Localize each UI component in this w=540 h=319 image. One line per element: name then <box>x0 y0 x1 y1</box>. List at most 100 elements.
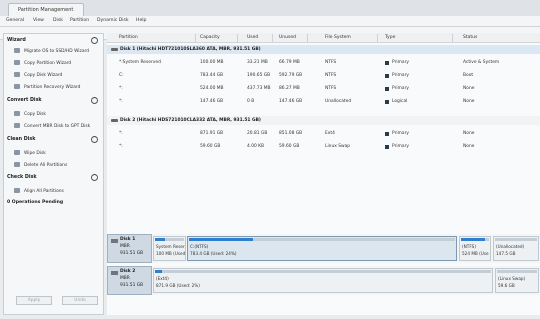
op-convert-mbr-gpt[interactable]: Convert MBR Disk to GPT Disk <box>14 123 90 129</box>
table-cell: 0 B <box>247 99 255 104</box>
table-cell: 437.73 MB <box>247 86 271 91</box>
table-row[interactable]: *: 871.91 GB 20.81 GB 851.08 GB Ext4 Primary N… <box>107 128 540 140</box>
table-cell: Primary <box>392 60 409 65</box>
table-cell: NTFS <box>325 73 337 78</box>
disk-1-info[interactable]: Disk 1 MBR 931.51 GB <box>107 234 152 263</box>
disk-2-name: Disk 2 <box>120 269 136 274</box>
partition-block[interactable]: C:(NTFS) 783.4 GB (Used: 24%) <box>187 236 457 261</box>
disk-2-info[interactable]: Disk 2 MBR 931.51 GB <box>107 266 152 295</box>
menu-view[interactable]: View <box>33 18 44 23</box>
table-cell: Primary <box>392 86 409 91</box>
op-align-all-partitions[interactable]: Align All Partitions <box>14 188 64 194</box>
collapse-clean-icon[interactable]: ^ <box>91 136 98 143</box>
table-cell: Unallocated <box>325 99 352 104</box>
table-cell: 20.81 GB <box>247 131 268 136</box>
table-cell: *: <box>119 131 123 136</box>
table-cell: Active & System <box>463 60 500 65</box>
col-status[interactable]: Status <box>463 35 477 40</box>
delete-icon <box>14 162 20 167</box>
table-row[interactable]: *:System Reserved 100.00 MB 33.21 MB 66.79 … <box>107 57 540 69</box>
disk-2-label: Disk 2 (Hitachi HDS721010CLA332 ATA, MBR… <box>120 118 261 123</box>
recovery-icon <box>14 84 20 89</box>
collapse-wizard-icon[interactable]: ^ <box>91 37 98 44</box>
table-cell: Ext4 <box>325 131 335 136</box>
disk-2-row[interactable]: Disk 2 (Hitachi HDS721010CLA332 ATA, MBR… <box>107 116 540 125</box>
menu-help[interactable]: Help <box>136 18 146 23</box>
table-cell: NTFS <box>325 86 337 91</box>
collapse-convert-icon[interactable]: ^ <box>91 97 98 104</box>
op-copy-partition[interactable]: Copy Partition Wizard <box>14 60 71 66</box>
table-row[interactable]: *: 59.60 GB 4.00 KB 59.60 GB Linux Swap Prima… <box>107 141 540 153</box>
table-cell: None <box>463 131 475 136</box>
col-type[interactable]: Type <box>385 35 395 40</box>
col-partition[interactable]: Partition <box>119 35 138 40</box>
table-cell: Primary <box>392 144 409 149</box>
partition-label: (Linux Swap) <box>498 276 526 281</box>
table-cell: 59.60 GB <box>200 144 221 149</box>
table-cell: 190.65 GB <box>247 73 271 78</box>
wipe-icon <box>14 150 20 155</box>
op-wipe-disk[interactable]: Wipe Disk <box>14 150 46 156</box>
table-row[interactable]: C: 783.44 GB 190.65 GB 592.79 GB NTFS Primary… <box>107 70 540 82</box>
disk-1-row[interactable]: Disk 1 (Hitachi HDT721010SLA360 ATA, MBR… <box>107 45 540 54</box>
table-cell: 871.91 GB <box>200 131 224 136</box>
partition-block[interactable]: (Ext4) 871.9 GB (Used: 2%) <box>153 268 493 293</box>
operations-pending: 0 Operations Pending <box>7 200 64 205</box>
disk-2-scheme: MBR <box>120 276 130 281</box>
table-cell: *:System Reserved <box>119 60 161 65</box>
disk-1-name: Disk 1 <box>120 237 136 242</box>
tab-partition-management[interactable]: Partition Management <box>8 3 84 16</box>
table-cell: 33.21 MB <box>247 60 268 65</box>
table-cell: None <box>463 144 475 149</box>
collapse-check-icon[interactable]: ^ <box>91 174 98 181</box>
partition-sub: 59.6 GB <box>498 283 515 288</box>
table-cell: 147.46 GB <box>200 99 224 104</box>
menu-general[interactable]: General <box>6 18 24 23</box>
table-row[interactable]: *: 147.46 GB 0 B 147.46 GB Unallocated Logica… <box>107 96 540 108</box>
table-cell: None <box>463 86 475 91</box>
usage-bar <box>461 238 489 241</box>
op-copy-disk-wizard[interactable]: Copy Disk Wizard <box>14 72 62 78</box>
table-cell: C: <box>119 73 124 78</box>
partition-block[interactable]: (Unallocated) 147.5 GB <box>493 236 539 261</box>
partition-type-icon <box>385 145 389 149</box>
table-cell: Primary <box>392 131 409 136</box>
partition-block[interactable]: System Reser 100 MB (Used <box>153 236 186 261</box>
partition-block[interactable]: (NTFS) 524 MB (Use <box>459 236 491 261</box>
table-cell: 4.00 KB <box>247 144 265 149</box>
partition-type-icon <box>385 100 389 104</box>
table-header: Partition Capacity Used Unused File Syst… <box>107 33 540 43</box>
op-partition-recovery[interactable]: Partition Recovery Wizard <box>14 84 80 90</box>
col-unused[interactable]: Unused <box>279 35 296 40</box>
menu-dynamic-disk[interactable]: Dynamic Disk <box>97 18 129 23</box>
menu-partition[interactable]: Partition <box>70 18 89 23</box>
apply-button[interactable]: Apply <box>16 296 52 305</box>
table-cell: 100.00 MB <box>200 60 224 65</box>
migrate-icon <box>14 48 20 53</box>
disk-icon <box>111 271 118 275</box>
op-copy-disk[interactable]: Copy Disk <box>14 111 46 117</box>
table-cell: 66.79 MB <box>279 60 300 65</box>
tab-label: Partition Management <box>18 7 74 13</box>
partition-sub: 783.4 GB (Used: 24%) <box>190 251 237 256</box>
col-used[interactable]: Used <box>247 35 258 40</box>
op-migrate-os[interactable]: Migrate OS to SSD/HD Wizard <box>14 48 89 54</box>
table-cell: NTFS <box>325 60 337 65</box>
partition-label: System Reser <box>156 244 185 249</box>
table-cell: Primary <box>392 73 409 78</box>
disk-2-map: Disk 2 MBR 931.51 GB (Ext4) 871.9 GB (Use… <box>107 266 540 295</box>
col-file-system[interactable]: File System <box>325 35 351 40</box>
partition-type-icon <box>385 132 389 136</box>
op-delete-all-partitions[interactable]: Delete All Partitions <box>14 162 67 168</box>
menu-disk[interactable]: Disk <box>53 18 63 23</box>
col-capacity[interactable]: Capacity <box>200 35 220 40</box>
table-row[interactable]: *: 524.00 MB 437.73 MB 86.27 MB NTFS Primary N… <box>107 83 540 95</box>
disk-icon <box>111 239 118 243</box>
undo-button[interactable]: Undo <box>62 296 98 305</box>
partition-block[interactable]: (Linux Swap) 59.6 GB <box>495 268 539 293</box>
section-check-disk: Check Disk <box>7 175 37 180</box>
section-convert-disk: Convert Disk <box>7 98 42 103</box>
table-cell: Linux Swap <box>325 144 351 149</box>
table-cell: 86.27 MB <box>279 86 300 91</box>
usage-bar <box>155 270 491 273</box>
